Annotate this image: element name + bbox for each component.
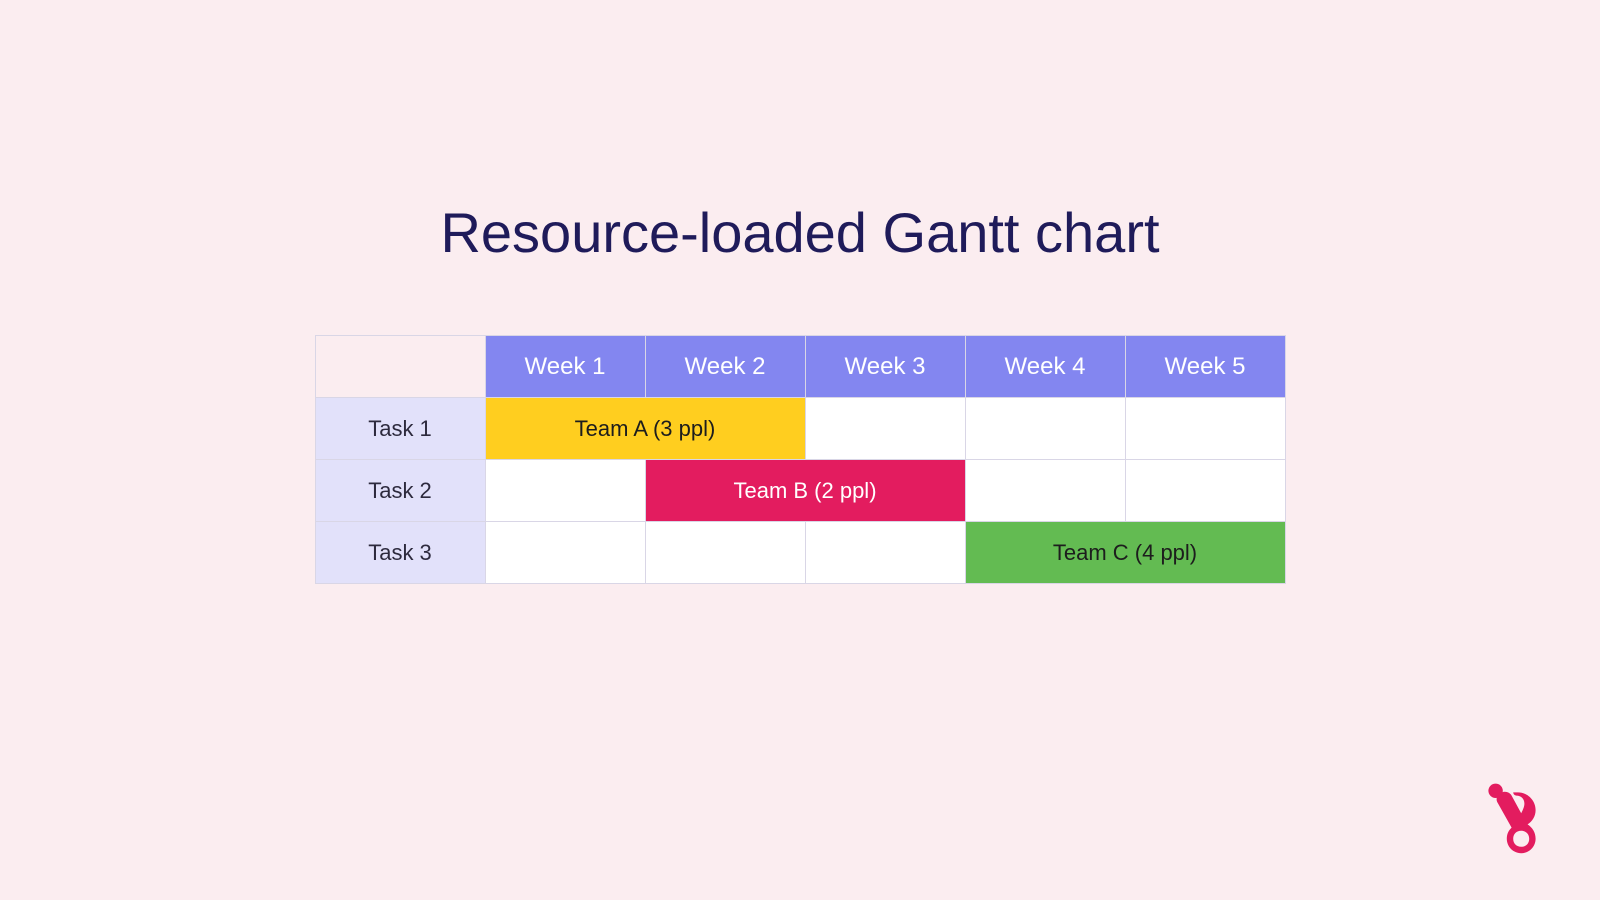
gantt-table: Week 1 Week 2 Week 3 Week 4 Week 5 Task … — [315, 335, 1286, 584]
bar-team-b: Team B (2 ppl) — [645, 460, 965, 522]
col-week-3: Week 3 — [805, 336, 965, 398]
row-label-task-1: Task 1 — [315, 398, 485, 460]
row-label-task-2: Task 2 — [315, 460, 485, 522]
empty-cell — [965, 460, 1125, 522]
table-row: Task 3 Team C (4 ppl) — [315, 522, 1285, 584]
header-corner — [315, 336, 485, 398]
col-week-1: Week 1 — [485, 336, 645, 398]
gantt-chart: Week 1 Week 2 Week 3 Week 4 Week 5 Task … — [0, 335, 1600, 584]
col-week-2: Week 2 — [645, 336, 805, 398]
header-row: Week 1 Week 2 Week 3 Week 4 Week 5 — [315, 336, 1285, 398]
empty-cell — [805, 398, 965, 460]
col-week-4: Week 4 — [965, 336, 1125, 398]
bar-team-a: Team A (3 ppl) — [485, 398, 805, 460]
page-title: Resource-loaded Gantt chart — [0, 0, 1600, 335]
empty-cell — [1125, 398, 1285, 460]
col-week-5: Week 5 — [1125, 336, 1285, 398]
empty-cell — [965, 398, 1125, 460]
empty-cell — [485, 460, 645, 522]
row-label-task-3: Task 3 — [315, 522, 485, 584]
empty-cell — [1125, 460, 1285, 522]
brand-logo-icon — [1478, 778, 1558, 858]
empty-cell — [645, 522, 805, 584]
empty-cell — [485, 522, 645, 584]
empty-cell — [805, 522, 965, 584]
bar-team-c: Team C (4 ppl) — [965, 522, 1285, 584]
table-row: Task 1 Team A (3 ppl) — [315, 398, 1285, 460]
table-row: Task 2 Team B (2 ppl) — [315, 460, 1285, 522]
